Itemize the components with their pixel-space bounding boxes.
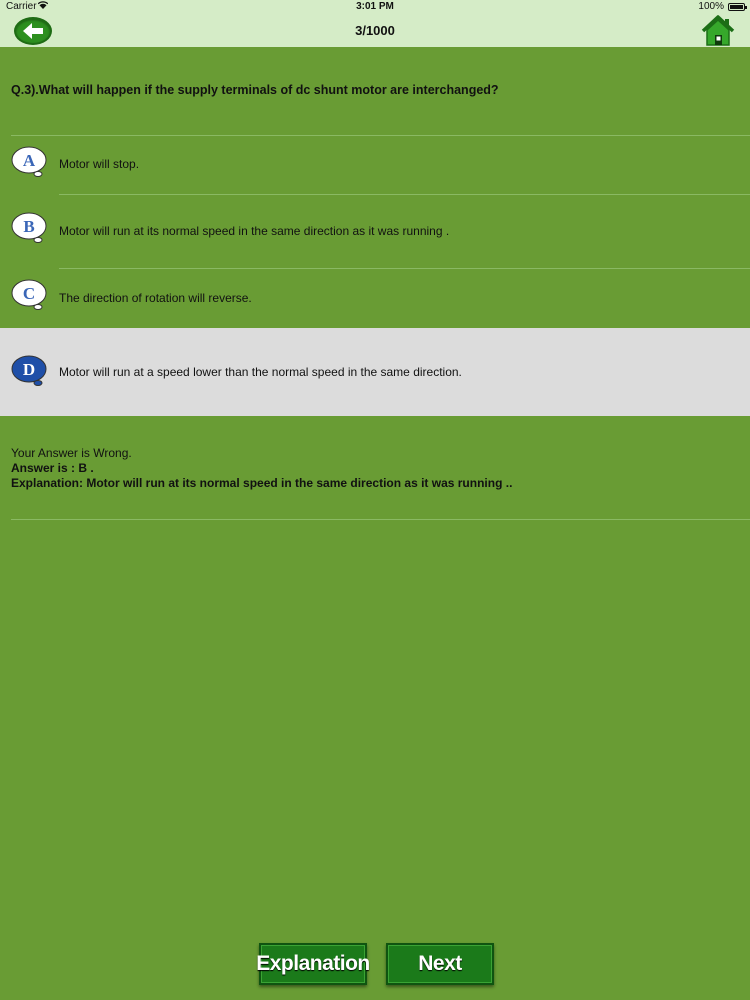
option-d-text: Motor will run at a speed lower than the…	[59, 365, 462, 379]
option-a-bubble-icon: A	[11, 146, 47, 177]
option-b-letter: B	[23, 217, 34, 236]
result-panel: Your Answer is Wrong. Answer is : B . Ex…	[11, 446, 731, 491]
option-b-bubble-icon: B	[11, 212, 47, 243]
question-text: Q.3).What will happen if the supply term…	[11, 83, 499, 97]
nav-bar: 3/1000	[0, 14, 750, 47]
result-status: Your Answer is Wrong.	[11, 446, 132, 460]
option-c-letter: C	[23, 284, 35, 303]
divider	[11, 519, 750, 520]
option-d-letter: D	[23, 360, 35, 379]
question-counter: 3/1000	[355, 23, 395, 38]
option-b[interactable]: B Motor will run at its normal speed in …	[0, 195, 750, 268]
option-a-letter: A	[23, 151, 36, 170]
option-d-bubble-icon: D	[11, 355, 47, 386]
correct-answer: Answer is : B .	[11, 461, 94, 475]
option-c[interactable]: C The direction of rotation will reverse…	[0, 269, 750, 327]
option-a[interactable]: A Motor will stop.	[0, 136, 750, 194]
status-time: 3:01 PM	[356, 1, 394, 12]
home-button[interactable]	[700, 14, 736, 47]
battery-icon	[728, 3, 747, 11]
option-b-text: Motor will run at its normal speed in th…	[59, 224, 450, 238]
explanation-text: Explanation: Motor will run at its norma…	[11, 476, 513, 490]
battery-percent: 100%	[698, 1, 724, 12]
status-bar: Carrier 3:01 PM 100%	[0, 0, 750, 14]
explanation-button[interactable]: Explanation	[256, 943, 370, 985]
option-c-text: The direction of rotation will reverse.	[59, 291, 252, 305]
next-button[interactable]: Next	[386, 943, 494, 985]
option-c-bubble-icon: C	[11, 279, 47, 310]
option-a-text: Motor will stop.	[59, 157, 140, 171]
home-icon	[701, 15, 735, 46]
option-d[interactable]: D Motor will run at a speed lower than t…	[0, 328, 750, 416]
